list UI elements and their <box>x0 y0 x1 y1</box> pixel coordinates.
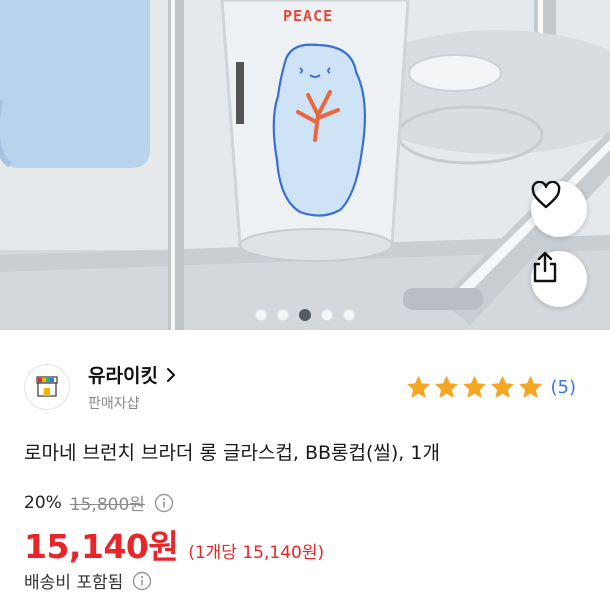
review-count: (5) <box>550 377 577 398</box>
star-icon <box>435 376 457 398</box>
sale-price: 15,140원 <box>24 527 179 566</box>
original-price: 15,800원 <box>69 495 145 515</box>
heart-icon <box>531 181 561 209</box>
unit-price: (1개당 15,140원) <box>188 543 325 563</box>
seller-info: 유라이킷 판매자샵 <box>24 361 176 413</box>
carousel-dot[interactable] <box>343 309 355 321</box>
product-image[interactable]: PEACE <box>0 0 610 330</box>
discount-rate: 20% <box>24 492 62 513</box>
carousel-dot[interactable] <box>277 309 289 321</box>
seller-subtitle: 판매자샵 <box>88 396 140 412</box>
seller-logo[interactable] <box>24 364 70 410</box>
shipping-row: 배송비 포함됨 <box>24 568 152 593</box>
star-icon <box>407 376 429 398</box>
shipping-info-icon[interactable] <box>132 571 152 591</box>
carousel-dot[interactable] <box>255 309 267 321</box>
carousel-indicator <box>0 309 610 323</box>
product-title: 로마네 브런치 브라더 롱 글라스컵, BB롱컵(씰), 1개 <box>24 442 440 464</box>
product-photo-illustration <box>0 0 610 330</box>
price-row: 15,140원 (1개당 15,140원) <box>24 520 324 568</box>
star-icon <box>519 376 541 398</box>
discount-row: 20% 15,800원 <box>24 490 174 515</box>
shop-icon <box>36 376 58 397</box>
carousel-dot[interactable] <box>321 309 333 321</box>
star-icon <box>491 376 513 398</box>
shipping-text: 배송비 포함됨 <box>24 573 124 593</box>
seller-name-link[interactable]: 유라이킷 <box>88 361 176 388</box>
seller-name: 유라이킷 <box>88 365 158 387</box>
chevron-right-icon <box>166 367 175 382</box>
glass-print-text: PEACE <box>283 7 334 25</box>
share-button[interactable] <box>531 251 587 307</box>
info-icon[interactable] <box>154 493 174 513</box>
like-button[interactable] <box>531 181 587 237</box>
star-icon <box>463 376 485 398</box>
carousel-dot[interactable] <box>299 309 311 321</box>
rating[interactable]: (5) <box>403 375 577 400</box>
share-icon <box>533 251 557 283</box>
